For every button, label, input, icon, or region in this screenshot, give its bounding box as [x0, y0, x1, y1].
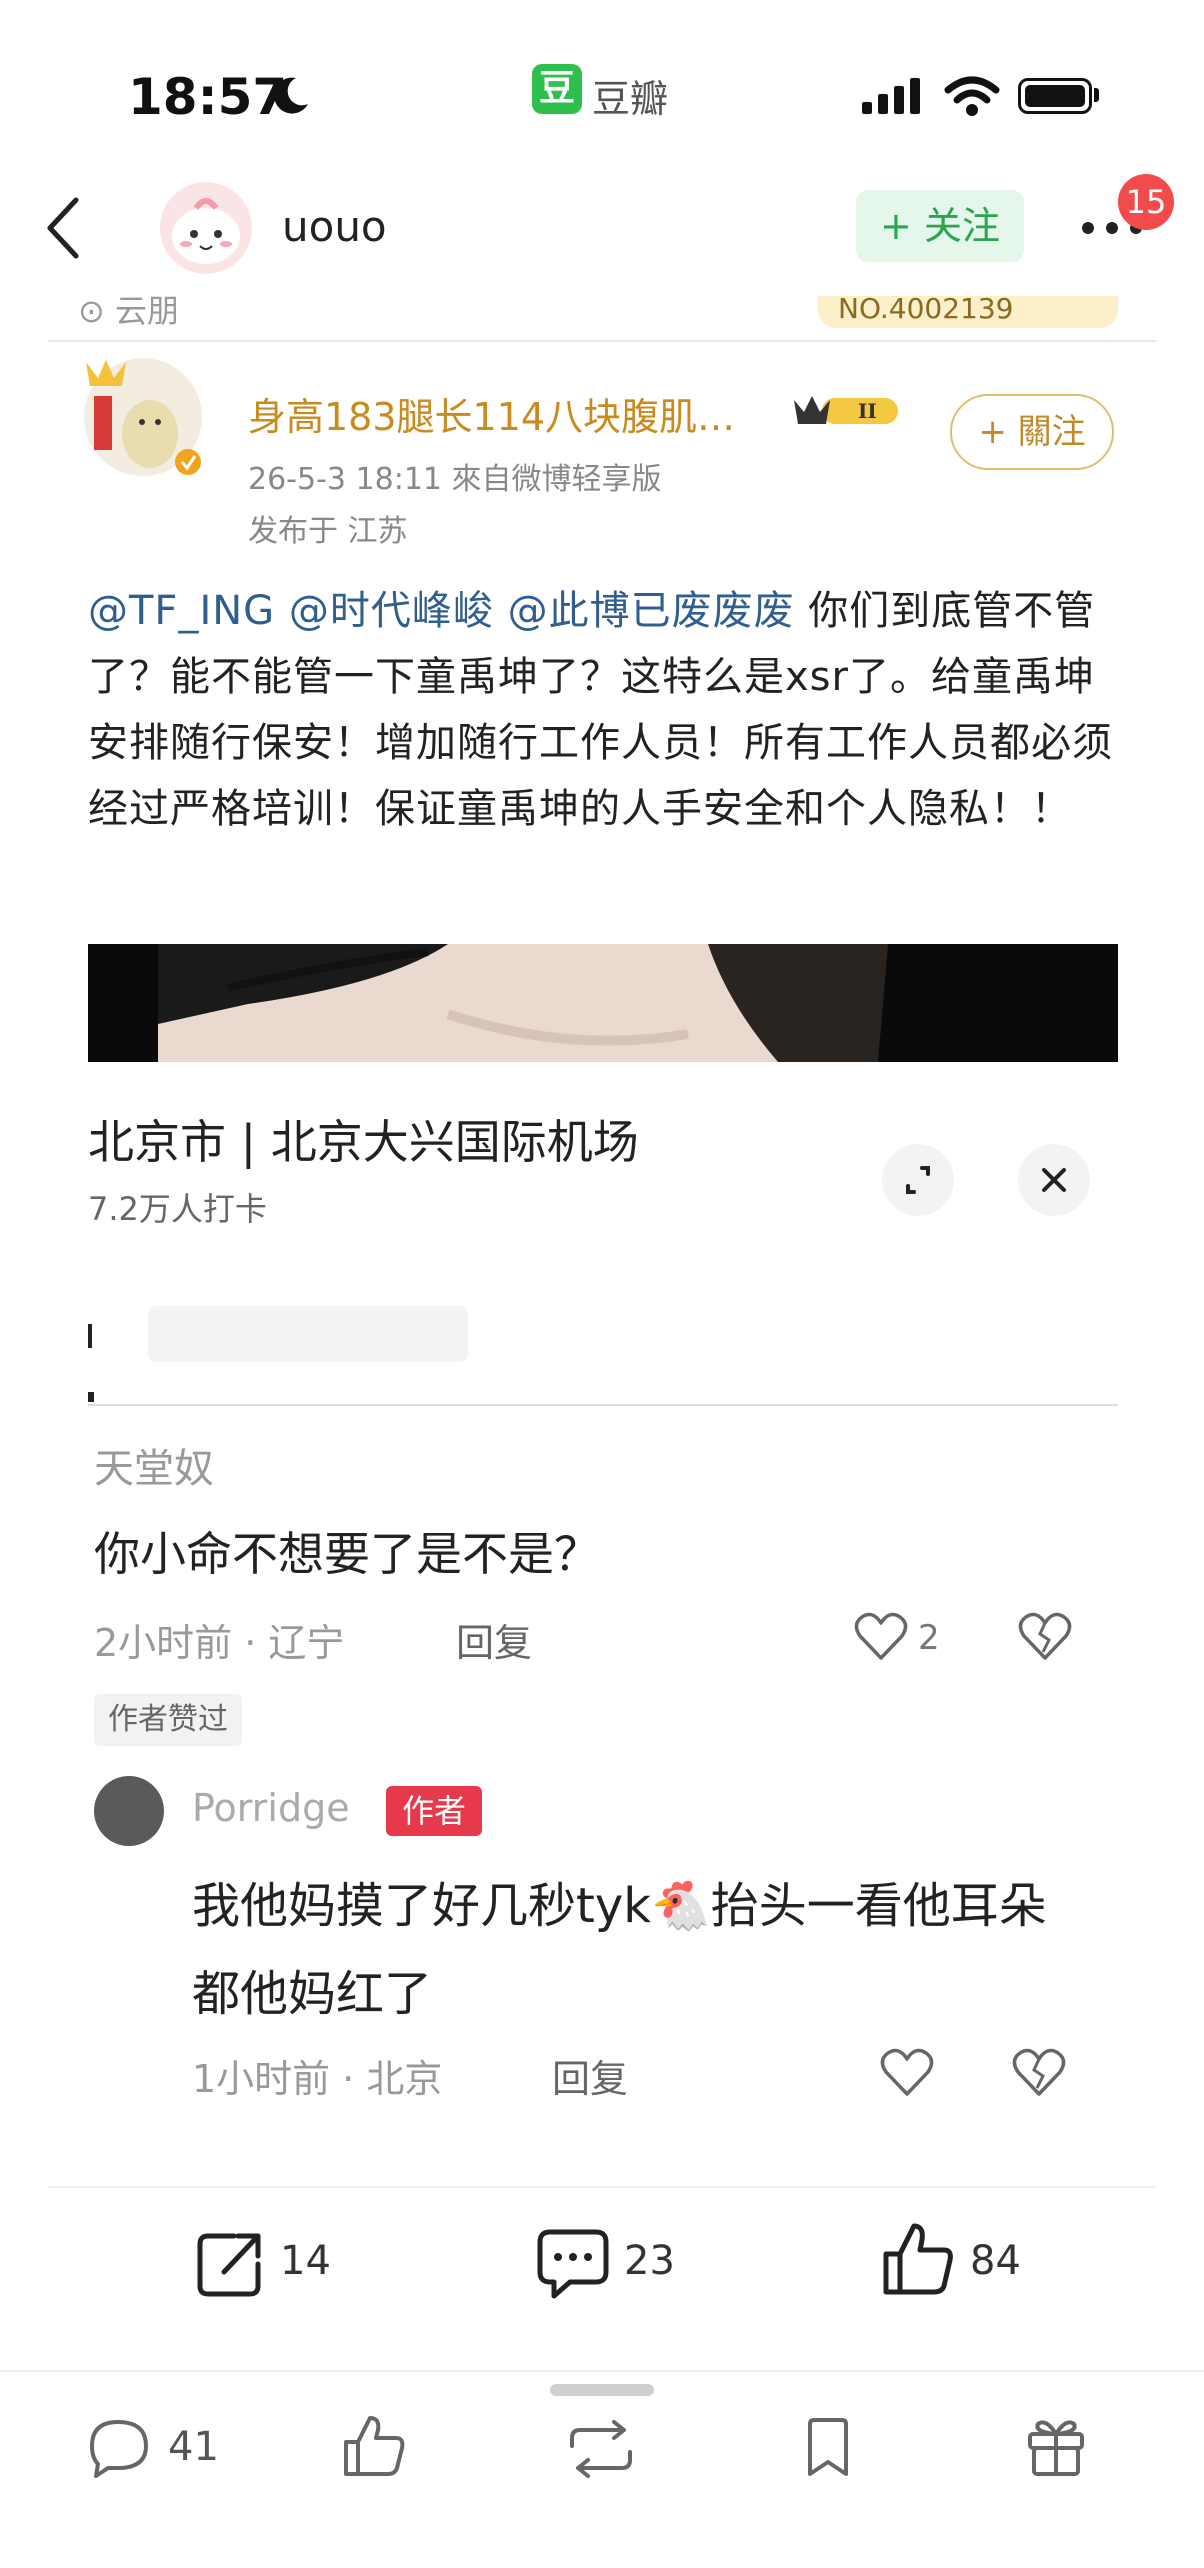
edge-mark [88, 1392, 94, 1402]
expand-icon [906, 1166, 930, 1194]
reply-button[interactable]: 回复 [456, 1612, 532, 1667]
weibo-user-avatar[interactable] [84, 358, 202, 476]
post-image[interactable]: ⊙ 云朋 NO.4002139 身高183腿长114八块腹肌… II 26-5-… [48, 296, 1156, 2176]
edge-mark [88, 1324, 92, 1348]
weibo-user-name[interactable]: 身高183腿长114八块腹肌… [248, 386, 735, 441]
weibo-post-text: @TF_ING @时代峰峻 @此博已废废废 你们到底管不管了？能不能管一下童禹坤… [88, 578, 1128, 842]
app-name: 豆瓣 [592, 77, 669, 121]
comment-icon[interactable] [88, 2418, 150, 2478]
wifi-icon [944, 76, 1000, 116]
comments-divider [88, 1404, 1118, 1406]
follow-button[interactable]: + 关注 [856, 190, 1024, 262]
comment-time: 1小时前 · 北京 [192, 2057, 443, 2101]
weibo-post-location: 发布于 江苏 [248, 514, 408, 549]
mention-link[interactable]: @此博已废废废 [508, 588, 795, 634]
reply-button[interactable]: 回复 [552, 2048, 628, 2103]
comment-count: 23 [624, 2238, 675, 2284]
avatar-cartoon-icon [86, 360, 201, 475]
like-count: 2 [918, 1618, 940, 1658]
avatar-cartoon-icon [172, 198, 240, 264]
divider [48, 340, 1156, 342]
back-arrow-icon[interactable] [44, 196, 84, 260]
moon-icon [274, 77, 308, 114]
like-count: 84 [970, 2238, 1021, 2284]
signal-icon [862, 78, 920, 114]
gift-icon[interactable] [1026, 2416, 1086, 2478]
broken-heart-icon[interactable] [1018, 1612, 1072, 1662]
status-time: 18:57 [128, 68, 288, 126]
post-photo[interactable] [88, 944, 1118, 1062]
home-indicator [550, 2384, 654, 2396]
location-name[interactable]: 北京市 | 北京大兴国际机场 [88, 1106, 639, 1172]
heart-icon[interactable] [854, 1612, 908, 1662]
location-checkins: 7.2万人打卡 [88, 1190, 267, 1228]
close-button[interactable] [1018, 1144, 1090, 1216]
close-icon [1042, 1168, 1066, 1192]
weibo-post-meta: 26-5-3 18:11 來自微博轻享版 [248, 462, 662, 497]
heart-icon[interactable] [880, 2048, 934, 2098]
bottom-divider [0, 2370, 1204, 2372]
notification-badge: 15 [1118, 174, 1174, 230]
weibo-follow-button[interactable]: + 關注 [950, 394, 1114, 470]
expand-button[interactable] [882, 1144, 954, 1216]
vip-crown-icon: II [794, 396, 898, 424]
cut-off-right-text: NO.4002139 [838, 296, 1014, 325]
comment-author[interactable]: 天堂奴 [94, 1436, 214, 1494]
repost-icon[interactable] [566, 2420, 636, 2478]
commenter-avatar[interactable] [94, 1776, 164, 1846]
comment-author[interactable]: Porridge [192, 1786, 350, 1830]
battery-cap [1094, 88, 1099, 102]
share-count: 14 [280, 2238, 331, 2284]
broken-heart-icon[interactable] [1012, 2048, 1066, 2098]
bottom-comment-count: 41 [168, 2424, 219, 2470]
comment-time: 2小时前 · 辽宁 [94, 1621, 345, 1665]
action-divider [48, 2186, 1156, 2188]
author-tag: 作者 [386, 1786, 482, 1836]
thumbs-up-icon[interactable] [882, 2220, 954, 2296]
comment-text: 我他妈摸了好几秒tyk🐔抬头一看他耳朵都他妈红了 [192, 1878, 1047, 2022]
comment-icon[interactable] [536, 2226, 610, 2300]
avatar[interactable] [160, 182, 252, 274]
blurred-text [148, 1306, 468, 1362]
comment-text: 你小命不想要了是不是？ [94, 1527, 600, 1581]
bookmark-icon[interactable] [804, 2418, 852, 2478]
text-segment [275, 588, 289, 634]
vip-level: II [858, 399, 877, 423]
share-icon[interactable] [194, 2228, 266, 2300]
mention-link[interactable]: @TF_ING [88, 588, 275, 634]
text-segment [494, 588, 508, 634]
mention-link[interactable]: @时代峰峻 [289, 588, 494, 634]
author-liked-badge: 作者赞过 [94, 1694, 242, 1746]
thumbs-up-icon[interactable] [342, 2414, 406, 2478]
username[interactable]: uouo [282, 202, 387, 251]
douban-logo-icon: 豆 [532, 64, 582, 114]
battery-icon [1018, 78, 1092, 114]
photo-content [88, 944, 1118, 1062]
cut-off-left-text: ⊙ 云朋 [78, 296, 179, 330]
cut-off-row: ⊙ 云朋 NO.4002139 [48, 296, 1156, 340]
